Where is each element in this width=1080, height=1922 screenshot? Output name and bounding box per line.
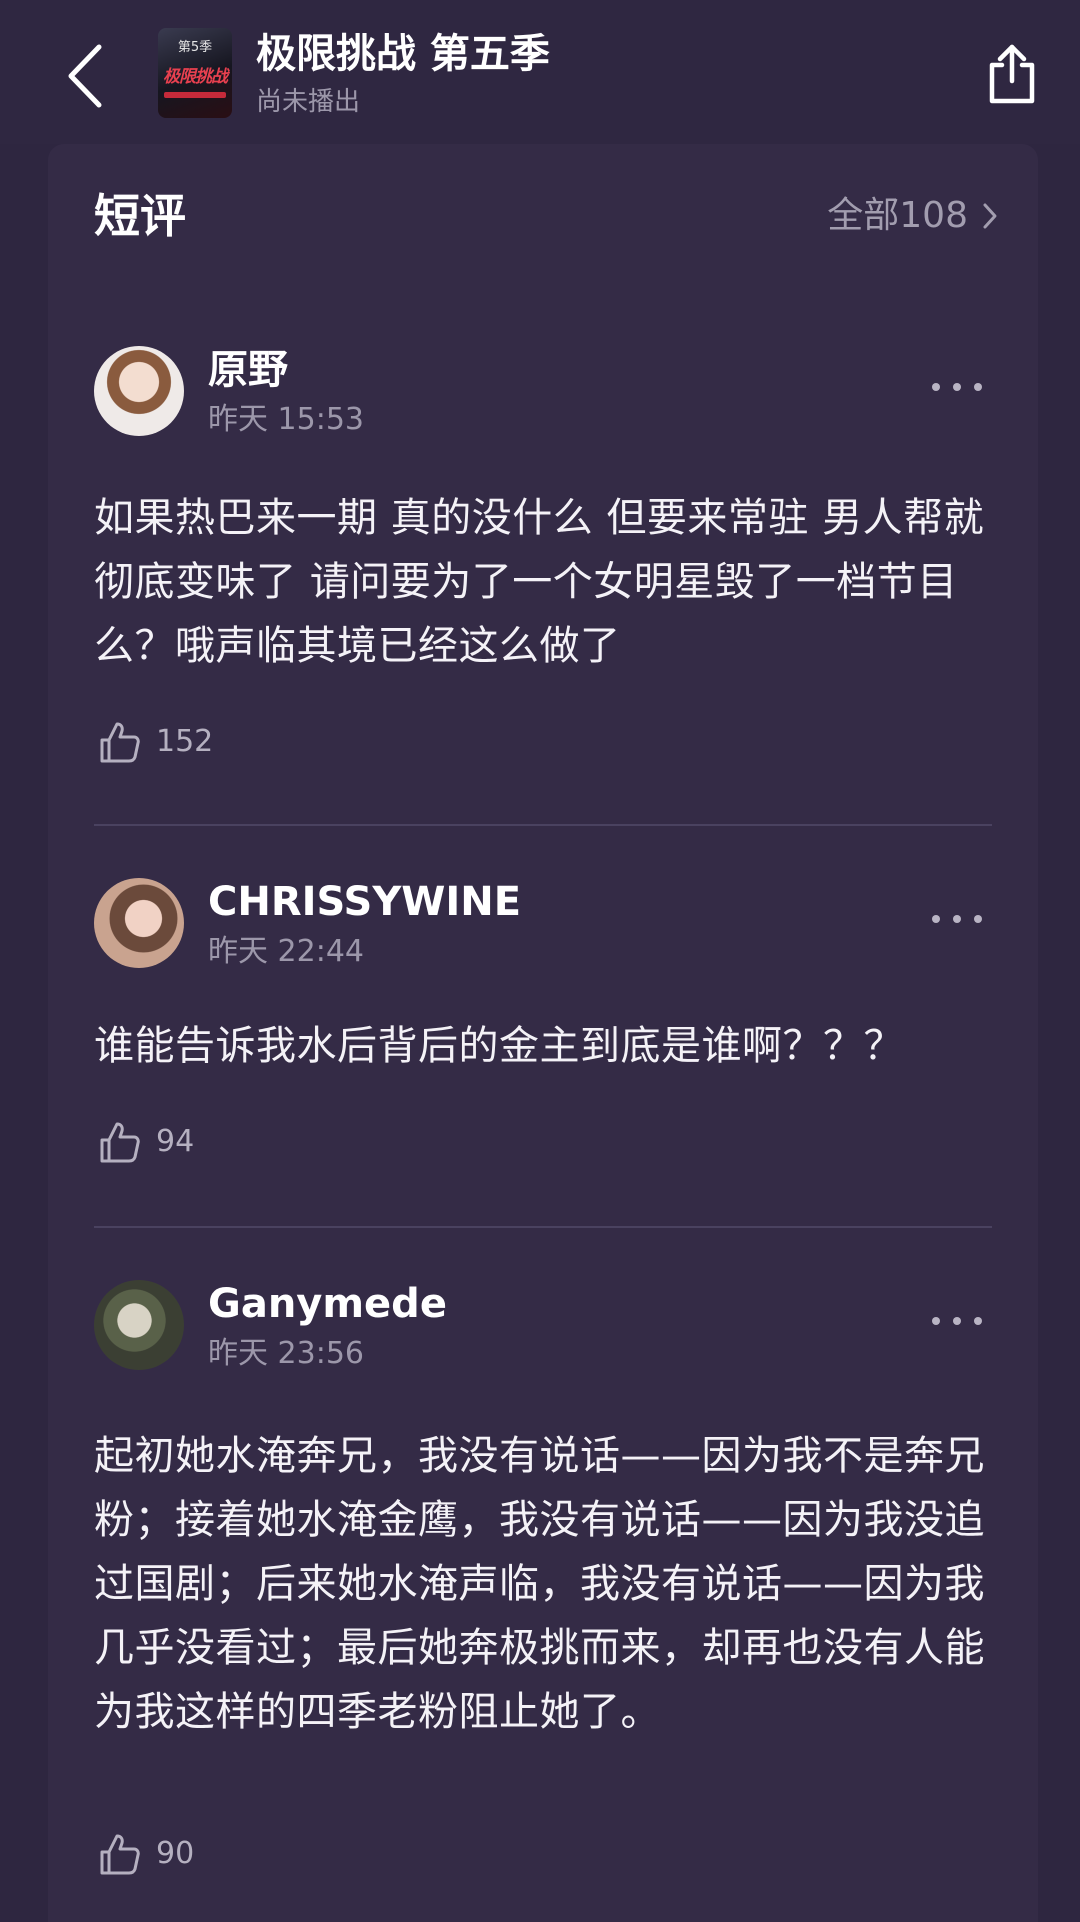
more-dot-icon xyxy=(974,383,982,391)
review-text: 如果热巴来一期 真的没什么 但要来常驻 男人帮就彻底变味了 请问要为了一个女明星… xyxy=(94,495,985,669)
more-dot-icon xyxy=(974,915,982,923)
poster-stripe xyxy=(164,92,226,98)
view-all-label: 全部108 xyxy=(827,195,968,236)
title-block: 极限挑战 第五季 尚未播出 xyxy=(256,26,550,120)
review-username[interactable]: 原野 xyxy=(208,342,288,398)
like-button[interactable]: 152 xyxy=(98,720,213,764)
more-options-button[interactable] xyxy=(932,1306,982,1336)
more-options-button[interactable] xyxy=(932,372,982,402)
share-button[interactable] xyxy=(980,36,1044,112)
more-dot-icon xyxy=(932,1317,940,1325)
page: 第5季 极限挑战 极限挑战 第五季 尚未播出 短评 全部108 原野 昨天 15… xyxy=(0,0,1080,1922)
like-button[interactable]: 94 xyxy=(98,1120,194,1164)
like-count: 94 xyxy=(156,1124,195,1159)
more-dot-icon xyxy=(932,383,940,391)
show-poster[interactable]: 第5季 极限挑战 xyxy=(158,28,232,118)
thumbs-up-icon xyxy=(100,722,140,763)
like-button[interactable]: 90 xyxy=(98,1832,194,1876)
review-username[interactable]: CHRISSYWINE xyxy=(208,874,521,930)
share-icon xyxy=(989,44,1035,104)
review-time: 昨天 15:53 xyxy=(208,402,364,437)
back-button[interactable] xyxy=(50,36,120,116)
top-bar: 第5季 极限挑战 极限挑战 第五季 尚未播出 xyxy=(0,0,1080,144)
show-status: 尚未播出 xyxy=(256,87,361,117)
more-dot-icon xyxy=(953,1317,961,1325)
review-text: 起初她水淹奔兄，我没有说话——因为我不是奔兄粉；接着她水淹金鹰，我没有说话——因… xyxy=(94,1433,985,1735)
more-dot-icon xyxy=(953,915,961,923)
thumbs-up-icon xyxy=(100,1834,140,1875)
show-title: 极限挑战 第五季 xyxy=(256,31,550,77)
divider xyxy=(94,1226,992,1228)
poster-season-text: 第5季 xyxy=(177,40,213,55)
more-dot-icon xyxy=(974,1317,982,1325)
avatar[interactable] xyxy=(94,1280,184,1370)
view-all-link[interactable]: 全部108 xyxy=(827,192,998,240)
review-time: 昨天 23:56 xyxy=(208,1336,364,1371)
section-title: 短评 xyxy=(94,189,186,243)
thumbs-up-icon xyxy=(100,1122,140,1163)
more-dot-icon xyxy=(932,915,940,923)
like-count: 90 xyxy=(156,1836,195,1871)
chevron-right-icon xyxy=(982,202,998,230)
like-count: 152 xyxy=(156,724,214,759)
review-text: 谁能告诉我水后背后的金主到底是谁啊？？？ xyxy=(94,1023,904,1069)
more-options-button[interactable] xyxy=(932,904,982,934)
avatar[interactable] xyxy=(94,346,184,436)
review-username[interactable]: Ganymede xyxy=(208,1276,447,1332)
chevron-left-icon xyxy=(68,44,102,108)
reviews-card: 短评 全部108 原野 昨天 15:53 如果热巴来一期 真的没什么 但要来常驻… xyxy=(48,144,1038,1922)
more-dot-icon xyxy=(953,383,961,391)
avatar[interactable] xyxy=(94,878,184,968)
divider xyxy=(94,824,992,826)
poster-logo-text: 极限挑战 xyxy=(163,67,228,87)
review-time: 昨天 22:44 xyxy=(208,934,364,969)
